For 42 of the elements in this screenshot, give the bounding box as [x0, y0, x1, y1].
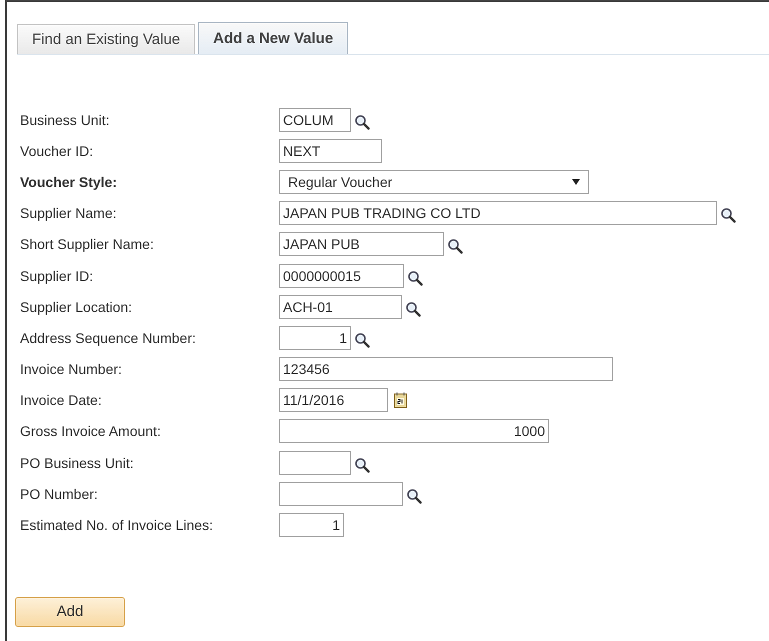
input-field[interactable]: JAPAN PUB — [279, 232, 444, 256]
input-field[interactable]: JAPAN PUB TRADING CO LTD — [279, 201, 717, 226]
search-icon[interactable] — [447, 238, 463, 254]
input-field[interactable]: 11/1/2016 — [279, 388, 388, 412]
input-field[interactable]: 0000000015 — [279, 264, 404, 288]
input-field[interactable]: 1 — [279, 326, 351, 350]
field-label: Invoice Number: — [20, 361, 123, 378]
input-field[interactable] — [279, 450, 351, 475]
search-icon[interactable] — [406, 488, 422, 504]
caret-icon — [572, 178, 580, 185]
tab[interactable]: Find an Existing Value — [17, 24, 196, 55]
input-field[interactable]: 1000 — [279, 419, 549, 444]
search-icon[interactable] — [407, 270, 423, 286]
search-icon[interactable] — [720, 207, 736, 224]
input-field[interactable]: 1 — [279, 513, 344, 538]
search-icon[interactable] — [354, 332, 370, 348]
field-label: Estimated No. of Invoice Lines: — [20, 517, 214, 534]
field-label: Voucher ID: — [20, 142, 94, 159]
input-field[interactable]: ACH-01 — [279, 294, 402, 319]
input-field[interactable]: 123456 — [279, 357, 613, 382]
field-label: Gross Invoice Amount: — [20, 423, 162, 440]
calendar-icon[interactable] — [394, 392, 407, 408]
field-label: Supplier ID: — [20, 268, 94, 284]
field-label: PO Business Unit: — [20, 454, 135, 471]
input-field[interactable] — [279, 482, 403, 506]
tab[interactable]: Add a New Value — [198, 22, 348, 55]
field-label: Voucher Style: — [20, 174, 118, 190]
field-label: Invoice Date: — [20, 392, 103, 408]
search-icon[interactable] — [405, 300, 421, 317]
add-button[interactable]: Add — [15, 596, 125, 627]
dropdown-value: Regular Voucher — [288, 174, 392, 190]
field-label: Business Unit: — [20, 112, 110, 128]
input-field[interactable]: COLUM — [279, 108, 351, 132]
field-label: Address Sequence Number: — [20, 330, 197, 346]
field-label: Short Supplier Name: — [20, 236, 155, 252]
input-field[interactable]: NEXT — [279, 138, 382, 163]
search-icon[interactable] — [354, 114, 370, 130]
field-label: PO Number: — [20, 486, 99, 502]
field-label: Supplier Location: — [20, 298, 134, 315]
voucher-style-dropdown[interactable]: Regular Voucher — [279, 170, 589, 194]
search-icon[interactable] — [354, 456, 370, 473]
field-label: Supplier Name: — [20, 205, 118, 222]
